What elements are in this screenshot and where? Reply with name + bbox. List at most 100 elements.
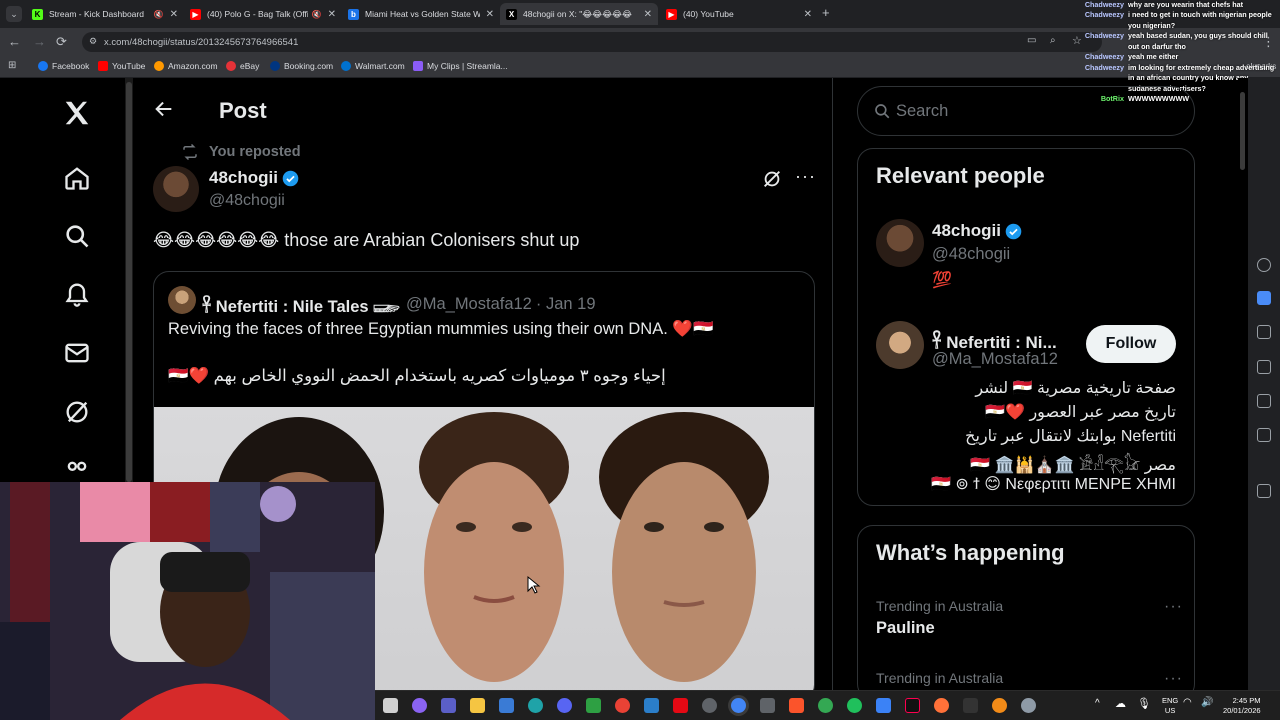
more-options-icon[interactable]: ··· — [795, 166, 816, 187]
x-logo-icon[interactable] — [60, 96, 94, 130]
person-handle[interactable]: @48chogii — [932, 245, 1010, 264]
close-icon[interactable]: ✕ — [328, 9, 336, 20]
settings-gear-icon[interactable] — [1021, 698, 1036, 713]
microphone-icon[interactable]: 🎙 — [1137, 697, 1151, 710]
zoom-icon[interactable]: ⌕ — [1050, 35, 1056, 46]
trend-meta[interactable]: Trending in Australia — [876, 670, 1003, 686]
games-icon[interactable] — [1257, 394, 1271, 408]
cloud-icon[interactable]: ☁ — [1115, 697, 1126, 710]
app-icon[interactable] — [847, 698, 862, 713]
follow-button[interactable]: Follow — [1086, 325, 1176, 363]
bookmark-facebook[interactable]: Facebook — [38, 61, 89, 71]
scroll-thumb[interactable] — [1240, 92, 1245, 170]
app-icon[interactable] — [992, 698, 1007, 713]
bookmark-booking[interactable]: Booking.com — [270, 61, 333, 71]
bookmark-ebay[interactable]: eBay — [226, 61, 259, 71]
bookmark-amazon[interactable]: Amazon.com — [154, 61, 218, 71]
app-icon[interactable] — [644, 698, 659, 713]
chat-side-icon[interactable] — [1257, 291, 1271, 305]
teams-icon[interactable] — [441, 698, 456, 713]
chrome-icon[interactable] — [615, 698, 630, 713]
trend-more-icon[interactable]: ··· — [1164, 670, 1183, 688]
taskbar-app-icon[interactable] — [383, 698, 398, 713]
tweet-text: 😂😂😂😂😂😂 those are Arabian Colonisers shut… — [153, 230, 579, 251]
repost-indicator: You reposted — [181, 143, 301, 161]
file-explorer-icon[interactable] — [470, 698, 485, 713]
close-icon[interactable]: ✕ — [486, 9, 494, 20]
copilot-icon[interactable] — [412, 698, 427, 713]
address-bar[interactable]: ⚙ x.com/48chogii/status/2013245673764966… — [82, 32, 1102, 52]
app-icon[interactable] — [818, 698, 833, 713]
quote-date[interactable]: · Jan 19 — [536, 295, 596, 314]
back-icon[interactable]: ← — [8, 34, 21, 49]
mute-icon[interactable]: 🔇 — [154, 10, 164, 19]
reading-list-icon[interactable] — [1257, 325, 1271, 339]
cast-icon[interactable]: ▭ — [1027, 35, 1036, 46]
trend-meta[interactable]: Trending in Australia — [876, 598, 1003, 614]
tab-polo-g[interactable]: ▶ (40) Polo G - Bag Talk (Offic 🔇 ✕ — [184, 3, 342, 25]
trend-more-icon[interactable]: ··· — [1164, 598, 1183, 616]
tools-icon[interactable] — [1257, 428, 1271, 442]
tiktok-icon[interactable] — [905, 698, 920, 713]
netflix-icon[interactable] — [673, 698, 688, 713]
page-scrollbar[interactable] — [1238, 78, 1248, 690]
person-name[interactable]: 48chogii — [932, 221, 1022, 241]
tray-chevron-icon[interactable]: ^ — [1095, 698, 1100, 709]
firefox-icon[interactable] — [934, 698, 949, 713]
volume-icon[interactable]: 🔊 — [1201, 697, 1213, 708]
app-icon[interactable] — [876, 698, 891, 713]
customize-icon[interactable] — [1257, 484, 1271, 498]
discord-icon[interactable] — [557, 698, 572, 713]
site-info-icon[interactable]: ⚙ — [89, 36, 97, 47]
forward-icon[interactable]: → — [33, 34, 46, 49]
epic-games-icon[interactable] — [963, 698, 978, 713]
quote-author-name[interactable]: 𓋹 Nefertiti : Nile Tales 𓆃 — [202, 291, 400, 318]
close-icon[interactable]: ✕ — [804, 9, 812, 20]
clock[interactable]: 2:45 PM 20/01/2026 — [1223, 696, 1261, 716]
quote-avatar[interactable] — [168, 286, 196, 314]
new-tab-button[interactable]: + — [822, 5, 830, 20]
person-handle[interactable]: @Ma_Mostafa12 — [932, 350, 1058, 369]
avatar[interactable] — [153, 166, 199, 212]
xbox-icon[interactable] — [586, 698, 601, 713]
scroll-thumb[interactable] — [126, 82, 132, 482]
wifi-icon[interactable]: ◠ — [1183, 697, 1192, 708]
bookmark-streamladder[interactable]: My Clips | Streamla... — [413, 61, 508, 71]
tab-miami-heat[interactable]: b Miami Heat vs Golden State Wa ✕ — [342, 3, 500, 25]
messages-envelope-icon[interactable] — [60, 336, 94, 370]
bookmark-youtube[interactable]: YouTube — [98, 61, 145, 71]
bookmark-star-icon[interactable]: ☆ — [1072, 34, 1082, 47]
back-arrow-icon[interactable] — [153, 98, 175, 126]
tab-x-post[interactable]: X 48chogii on X: "😂😂😂😂😂 ✕ — [500, 3, 658, 25]
author-name[interactable]: 48chogii — [209, 168, 299, 188]
tab-search-button[interactable]: ⌄ — [6, 6, 22, 22]
grok-icon[interactable] — [60, 395, 94, 429]
close-icon[interactable]: ✕ — [644, 9, 652, 20]
apps-icon[interactable]: ⊞ — [8, 60, 16, 71]
tab-youtube[interactable]: ▶ (40) YouTube ✕ — [660, 3, 818, 25]
trend-name[interactable]: Pauline — [876, 619, 935, 638]
brave-icon[interactable] — [789, 698, 804, 713]
close-icon[interactable]: ✕ — [170, 9, 178, 20]
mute-icon[interactable]: 🔇 — [312, 10, 322, 19]
chrome-active-icon[interactable] — [731, 698, 746, 713]
author-handle[interactable]: @48chogii — [209, 192, 285, 210]
quote-author-handle[interactable]: @Ma_Mostafa12 — [406, 295, 532, 314]
app-icon[interactable] — [702, 698, 717, 713]
reload-icon[interactable]: ⟳ — [56, 34, 67, 50]
notes-icon[interactable] — [1257, 360, 1271, 374]
search-side-icon[interactable] — [1257, 258, 1271, 272]
tab-kick[interactable]: K Stream - Kick Dashboard 🔇 ✕ — [26, 3, 184, 25]
app-icon[interactable] — [760, 698, 775, 713]
search-icon[interactable] — [60, 219, 94, 253]
notifications-bell-icon[interactable] — [60, 277, 94, 311]
search-input[interactable]: Search — [857, 86, 1195, 136]
store-icon[interactable] — [499, 698, 514, 713]
grok-explain-icon[interactable] — [761, 168, 783, 195]
home-icon[interactable] — [60, 161, 94, 195]
avatar[interactable] — [876, 219, 924, 267]
language-indicator[interactable]: ENG US — [1162, 696, 1178, 716]
avatar[interactable] — [876, 321, 924, 369]
bookmark-walmart[interactable]: Walmart.com — [341, 61, 405, 71]
edge-icon[interactable] — [528, 698, 543, 713]
